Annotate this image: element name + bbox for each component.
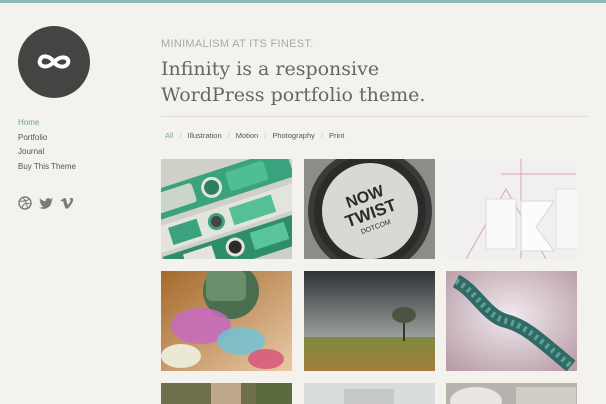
portfolio-filters: All / Illustration / Motion / Photograph…: [165, 131, 344, 140]
portfolio-item-motion[interactable]: [161, 271, 292, 371]
portfolio-item-print[interactable]: [446, 159, 577, 259]
dribbble-icon[interactable]: [18, 195, 32, 210]
filter-motion[interactable]: Motion: [236, 131, 259, 140]
portfolio-item-3d-render[interactable]: [446, 271, 577, 371]
portfolio-item-row3-3[interactable]: [446, 383, 577, 404]
nav-item-portfolio[interactable]: Portfolio: [18, 131, 76, 146]
main-navigation: Home Portfolio Journal Buy This Theme: [18, 116, 76, 174]
infinity-icon: [37, 54, 71, 69]
portfolio-item-row3-2[interactable]: [304, 383, 435, 404]
filter-photography[interactable]: Photography: [272, 131, 315, 140]
header-divider: [161, 116, 588, 117]
sidebar: Home Portfolio Journal Buy This Theme: [0, 0, 150, 404]
page-header: MINIMALISM AT ITS FINEST. Infinity is a …: [161, 38, 591, 108]
portfolio-item-illustration[interactable]: [161, 159, 292, 259]
filter-separator: /: [320, 131, 323, 140]
filter-separator: /: [264, 131, 267, 140]
tagline: MINIMALISM AT ITS FINEST.: [161, 38, 314, 50]
filter-print[interactable]: Print: [329, 131, 344, 140]
portfolio-item-row3-1[interactable]: [161, 383, 292, 404]
title-line-1: Infinity is a responsive: [161, 58, 380, 80]
filter-separator: /: [179, 131, 182, 140]
twitter-icon[interactable]: [39, 195, 53, 209]
nav-item-journal[interactable]: Journal: [18, 145, 76, 160]
filter-separator: /: [227, 131, 230, 140]
nav-item-buy-this-theme[interactable]: Buy This Theme: [18, 160, 76, 175]
nav-item-home[interactable]: Home: [18, 116, 76, 131]
title-line-2: WordPress portfolio theme.: [161, 84, 426, 106]
portfolio-item-photography[interactable]: [304, 271, 435, 371]
portfolio-item-now-twist[interactable]: NOW TWIST DOTCOM: [304, 159, 435, 259]
filter-all[interactable]: All: [165, 131, 173, 140]
site-logo[interactable]: [18, 26, 90, 98]
filter-illustration[interactable]: Illustration: [187, 131, 221, 140]
vimeo-icon[interactable]: [60, 195, 74, 209]
social-links: [18, 195, 74, 210]
page-title: Infinity is a responsive WordPress portf…: [161, 56, 591, 108]
